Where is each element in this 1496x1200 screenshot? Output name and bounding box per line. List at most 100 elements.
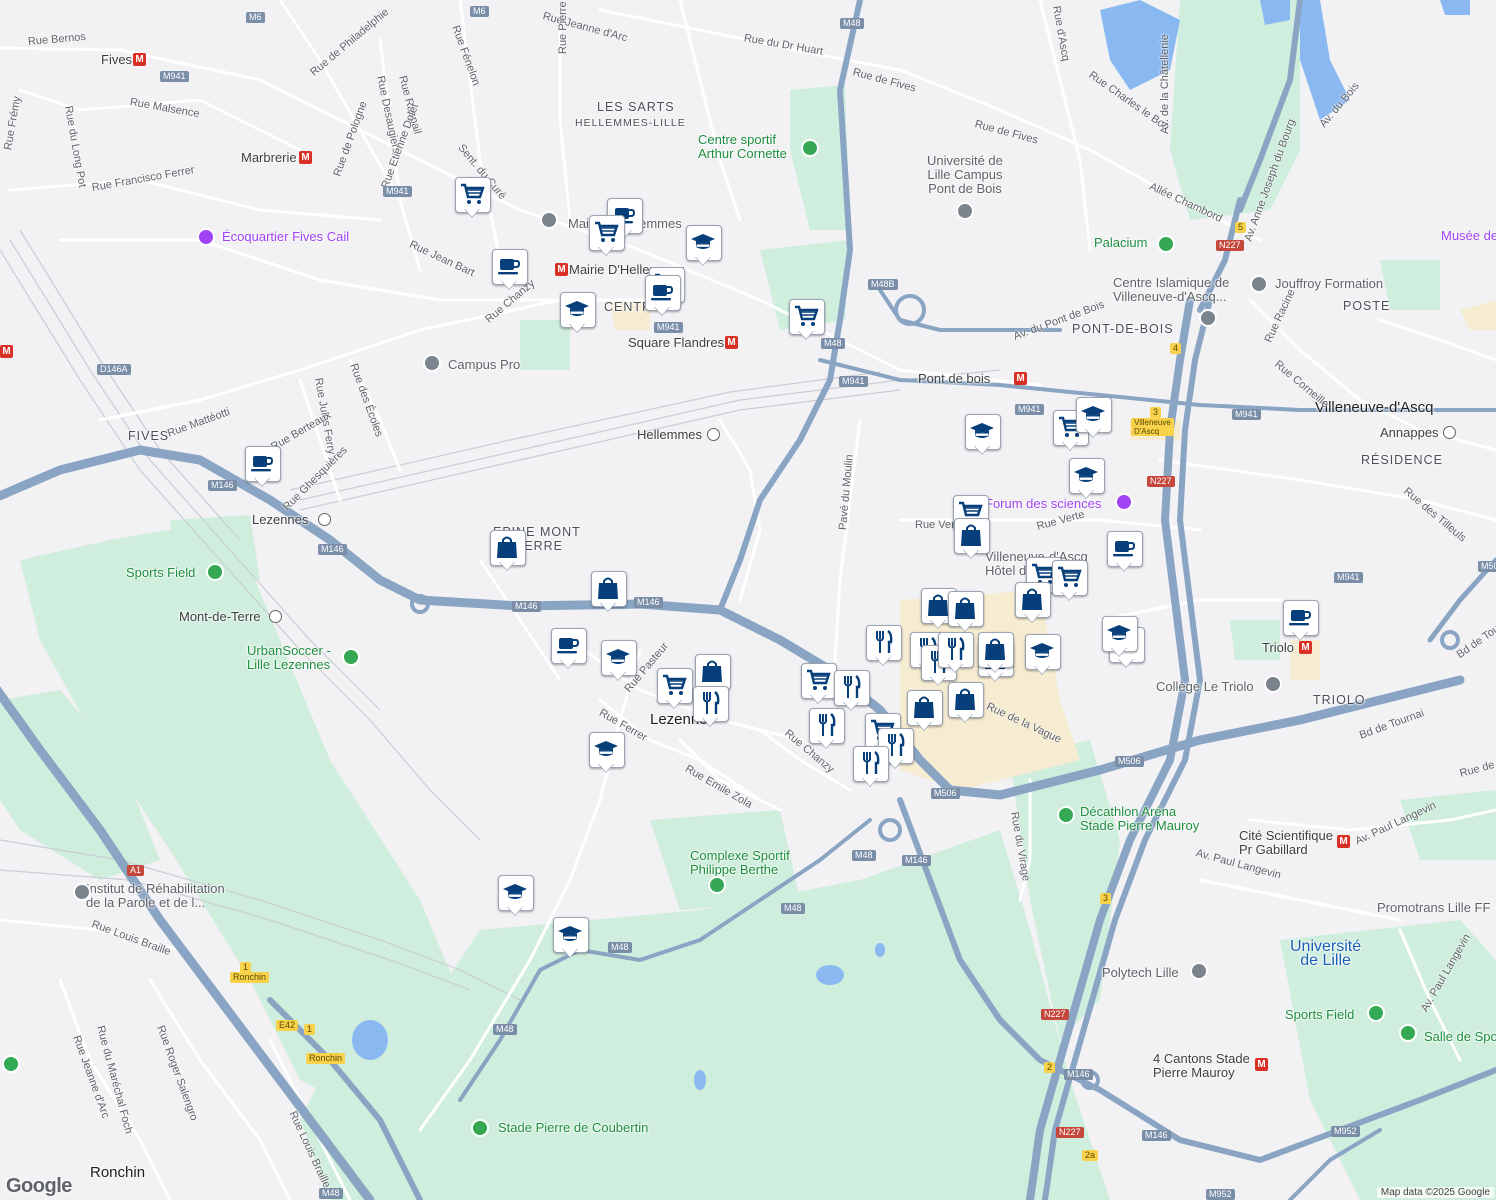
label-residence: RÉSIDENCE	[1361, 453, 1443, 467]
train-station-icon[interactable]	[269, 610, 282, 623]
restaurant-marker[interactable]	[866, 625, 902, 673]
school-marker[interactable]	[965, 414, 1001, 462]
place-icon[interactable]	[73, 883, 91, 901]
grocery-marker[interactable]	[1052, 560, 1088, 608]
school-marker[interactable]	[560, 292, 596, 340]
place-icon[interactable]	[956, 202, 974, 220]
school-marker[interactable]	[1102, 616, 1138, 664]
bag-icon	[1022, 588, 1042, 610]
cafe-marker[interactable]	[245, 446, 281, 494]
school-marker[interactable]	[686, 225, 722, 273]
metro-station-icon[interactable]: M	[1337, 835, 1350, 848]
google-logo: Google	[6, 1175, 72, 1197]
grocery-marker[interactable]	[789, 299, 825, 347]
place-icon[interactable]	[1190, 962, 1208, 980]
school-icon	[970, 423, 994, 438]
train-station-icon[interactable]	[707, 428, 720, 441]
label-palacium: Palacium	[1094, 235, 1148, 250]
park-icon[interactable]	[1157, 235, 1175, 253]
road-shield-r22: M48	[608, 942, 632, 953]
park-icon[interactable]	[1399, 1024, 1417, 1042]
school-marker[interactable]	[1069, 458, 1105, 506]
shopping-marker[interactable]	[907, 690, 943, 738]
school-marker[interactable]	[498, 875, 534, 923]
shopping-marker[interactable]	[954, 518, 990, 566]
coffee-icon	[557, 638, 580, 654]
label-fives: Fives	[101, 52, 133, 67]
cafe-marker[interactable]	[1107, 531, 1143, 579]
place-icon[interactable]	[1250, 275, 1268, 293]
place-icon[interactable]	[1199, 309, 1217, 327]
grocery-marker[interactable]	[589, 215, 625, 263]
restaurant-marker[interactable]	[938, 632, 974, 680]
metro-station-icon[interactable]: M	[1255, 1058, 1268, 1071]
label-college-triolo: Collège Le Triolo	[1156, 679, 1254, 694]
coffee-icon	[251, 456, 274, 472]
cart-icon	[807, 669, 831, 690]
cart-icon	[663, 674, 687, 695]
shopping-marker[interactable]	[490, 530, 526, 578]
park-icon[interactable]	[1057, 806, 1075, 824]
place-icon[interactable]	[540, 211, 558, 229]
school-marker[interactable]	[553, 917, 589, 965]
place-icon[interactable]	[423, 354, 441, 372]
grocery-marker[interactable]	[455, 177, 491, 225]
label-centre-sportif: Centre sportif Arthur Cornette	[698, 132, 787, 161]
road-shield-r38: 4	[1170, 343, 1182, 354]
train-station-icon[interactable]	[1443, 426, 1456, 439]
metro-station-icon[interactable]: M	[0, 345, 13, 358]
park-icon[interactable]	[471, 1119, 489, 1137]
road-shield-r14: M146	[318, 544, 347, 555]
cart-icon	[461, 183, 485, 204]
label-les-sarts: LES SARTS	[597, 100, 675, 114]
road-shield-r17: M506	[931, 788, 960, 799]
label-poste: POSTE	[1343, 299, 1391, 313]
label-lezennes-train: Lezennes	[252, 512, 309, 527]
train-station-icon[interactable]	[318, 513, 331, 526]
label-triolo-area: TRIOLO	[1313, 693, 1366, 707]
fork-icon	[948, 637, 965, 660]
bag-icon	[955, 597, 975, 619]
park-icon[interactable]	[2, 1055, 20, 1073]
metro-station-icon[interactable]: M	[133, 53, 146, 66]
restaurant-marker[interactable]	[809, 708, 845, 756]
grocery-marker[interactable]	[657, 668, 693, 716]
map-attribution[interactable]: Map data ©2025 Google	[1376, 1187, 1494, 1198]
shopping-marker[interactable]	[978, 632, 1014, 680]
cafe-marker[interactable]	[645, 275, 681, 323]
label-cite-scientifique: Cité Scientifique Pr Gabillard	[1239, 828, 1333, 857]
park-icon[interactable]	[708, 876, 726, 894]
restaurant-marker[interactable]	[853, 746, 889, 794]
school-marker[interactable]	[1076, 397, 1112, 445]
metro-station-icon[interactable]: M	[725, 336, 738, 349]
shopping-marker[interactable]	[948, 682, 984, 730]
road-shield-r34: N227	[1147, 476, 1175, 487]
school-marker[interactable]	[1025, 634, 1061, 682]
map-canvas[interactable]: LES SARTS HELLEMMES-LILLE CENTRE PONT-DE-BO…	[0, 0, 1496, 1200]
museum-icon[interactable]	[197, 228, 215, 246]
road-shield-r5: M48	[840, 18, 864, 29]
metro-station-icon[interactable]: M	[555, 263, 568, 276]
school-marker[interactable]	[589, 732, 625, 780]
museum-icon[interactable]	[1115, 493, 1133, 511]
restaurant-marker[interactable]	[693, 686, 729, 734]
road-shield-r2: M6	[470, 6, 489, 17]
park-icon[interactable]	[801, 139, 819, 157]
label-centre-islamique: Centre Islamique de Villeneuve-d'Ascq...	[1113, 275, 1230, 304]
place-icon[interactable]	[1264, 675, 1282, 693]
cafe-marker[interactable]	[551, 628, 587, 676]
label-square-flandres: Square Flandres	[628, 335, 725, 350]
park-icon[interactable]	[1367, 1004, 1385, 1022]
metro-station-icon[interactable]: M	[1014, 372, 1027, 385]
park-icon[interactable]	[206, 563, 224, 581]
cafe-marker[interactable]	[1283, 600, 1319, 648]
shopping-marker[interactable]	[1015, 582, 1051, 630]
shopping-marker[interactable]	[591, 571, 627, 619]
cafe-marker[interactable]	[492, 249, 528, 297]
school-icon	[558, 926, 582, 941]
grocery-marker[interactable]	[801, 663, 837, 711]
coffee-icon	[651, 285, 674, 301]
metro-station-icon[interactable]: M	[299, 151, 312, 164]
park-icon[interactable]	[342, 648, 360, 666]
school-marker[interactable]	[601, 640, 637, 688]
